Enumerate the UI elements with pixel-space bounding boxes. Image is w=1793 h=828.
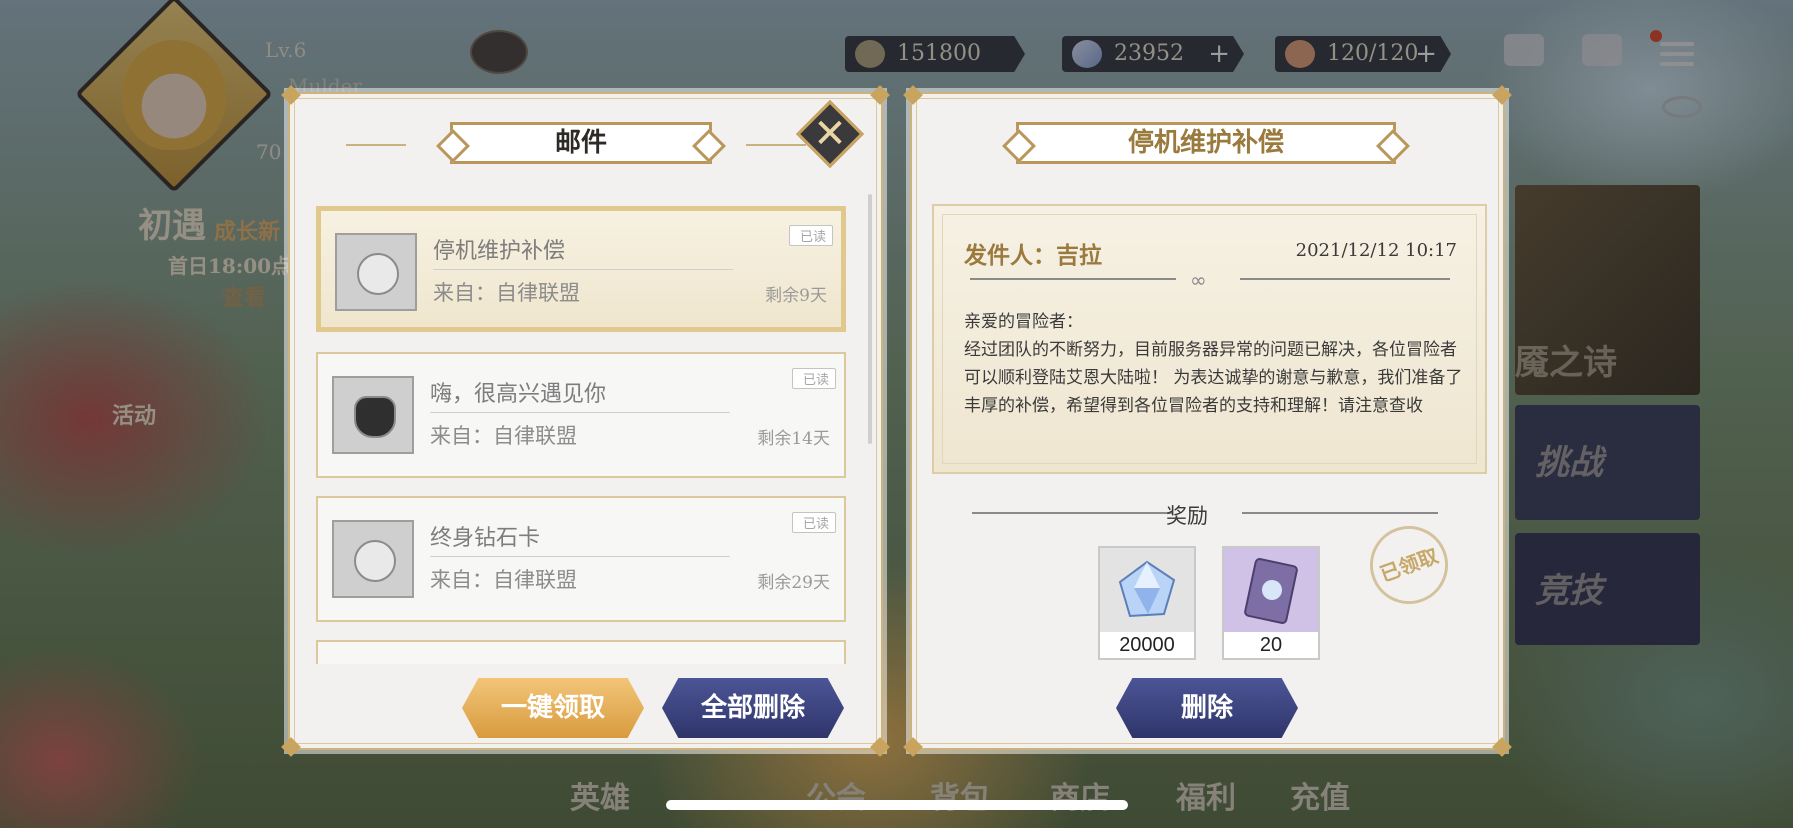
reward-item[interactable]: 20000 [1098,546,1196,660]
card-ticket-icon [1244,558,1298,624]
reward-count: 20 [1224,632,1318,658]
mail-remaining-days: 剩余29天 [757,573,830,593]
mail-sender: 来自：自律联盟 [430,568,577,592]
close-button[interactable]: ✕ [796,100,864,168]
reward-divider [972,512,1172,514]
gift-icon [335,233,417,311]
mail-remaining-days: 剩余9天 [765,286,827,306]
mail-item-partial[interactable] [316,640,846,664]
mail-panel: 邮件 ✕ 停机维护补偿 来自：自律联盟 剩余9天 已读 嗨，很高兴遇见你 来自：… [281,85,890,757]
mail-list[interactable]: 停机维护补偿 来自：自律联盟 剩余9天 已读 嗨，很高兴遇见你 来自：自律联盟 … [316,206,846,664]
diamond-crystal-icon [1118,560,1176,618]
mail-item-selected[interactable]: 停机维护补偿 来自：自律联盟 剩余9天 已读 [316,206,846,332]
gift-icon [332,520,414,598]
close-icon: ✕ [813,111,847,157]
read-badge: 已读 [791,368,836,389]
mail-sender: 来自：自律联盟 [433,281,580,305]
reward-item[interactable]: 20 [1222,546,1320,660]
mail-divider [430,412,730,413]
title-deco-line [346,144,406,146]
mail-content: 经过团队的不断努力，目前服务器异常的问题已解决，各位冒险者可以顺利登陆艾恩大陆啦… [964,340,1463,416]
mail-letter: 发件人：吉拉 2021/12/12 10:17 ∞ 亲爱的冒险者： 经过团队的不… [932,204,1487,474]
modal-overlay[interactable] [0,0,1793,828]
mail-divider [433,269,733,270]
mail-title: 终身钻石卡 [430,526,541,551]
mail-body: 亲爱的冒险者： 经过团队的不断努力，目前服务器异常的问题已解决，各位冒险者可以顺… [964,308,1464,420]
mail-sender-name: 发件人：吉拉 [964,242,1102,269]
mail-remaining-days: 剩余14天 [757,429,830,449]
mail-greeting: 亲爱的冒险者： [964,312,1083,332]
mail-item[interactable]: 终身钻石卡 来自：自律联盟 剩余29天 已读 [316,496,846,622]
divider-ornament-icon: ∞ [1190,268,1207,292]
mail-item[interactable]: 嗨，很高兴遇见你 来自：自律联盟 剩余14天 已读 [316,352,846,478]
reward-count: 20000 [1100,632,1194,658]
read-badge: 已读 [791,512,836,533]
mail-sender: 来自：自律联盟 [430,424,577,448]
portrait-icon [332,376,414,454]
mail-date: 2021/12/12 10:17 [1295,240,1457,261]
claim-all-button[interactable]: 一键领取 [462,678,644,738]
home-indicator[interactable] [666,800,1128,810]
mail-divider [430,556,730,557]
reward-heading: 奖励 [1166,504,1208,528]
delete-all-button[interactable]: 全部删除 [662,678,844,738]
mail-title: 嗨，很高兴遇见你 [430,382,607,407]
mail-list-scrollbar[interactable] [868,194,872,444]
title-deco-line [746,144,806,146]
mail-title: 停机维护补偿 [433,239,566,264]
mail-panel-title: 邮件 [450,122,712,164]
letter-divider [970,278,1176,280]
mail-detail-panel: 停机维护补偿 发件人：吉拉 2021/12/12 10:17 ∞ 亲爱的冒险者：… [903,85,1512,757]
letter-divider [1240,278,1450,280]
claimed-stamp: 已领取 [1359,515,1459,615]
read-badge: 已读 [788,225,833,246]
reward-divider [1242,512,1438,514]
mail-detail-title: 停机维护补偿 [1016,122,1396,164]
delete-button[interactable]: 删除 [1116,678,1298,738]
